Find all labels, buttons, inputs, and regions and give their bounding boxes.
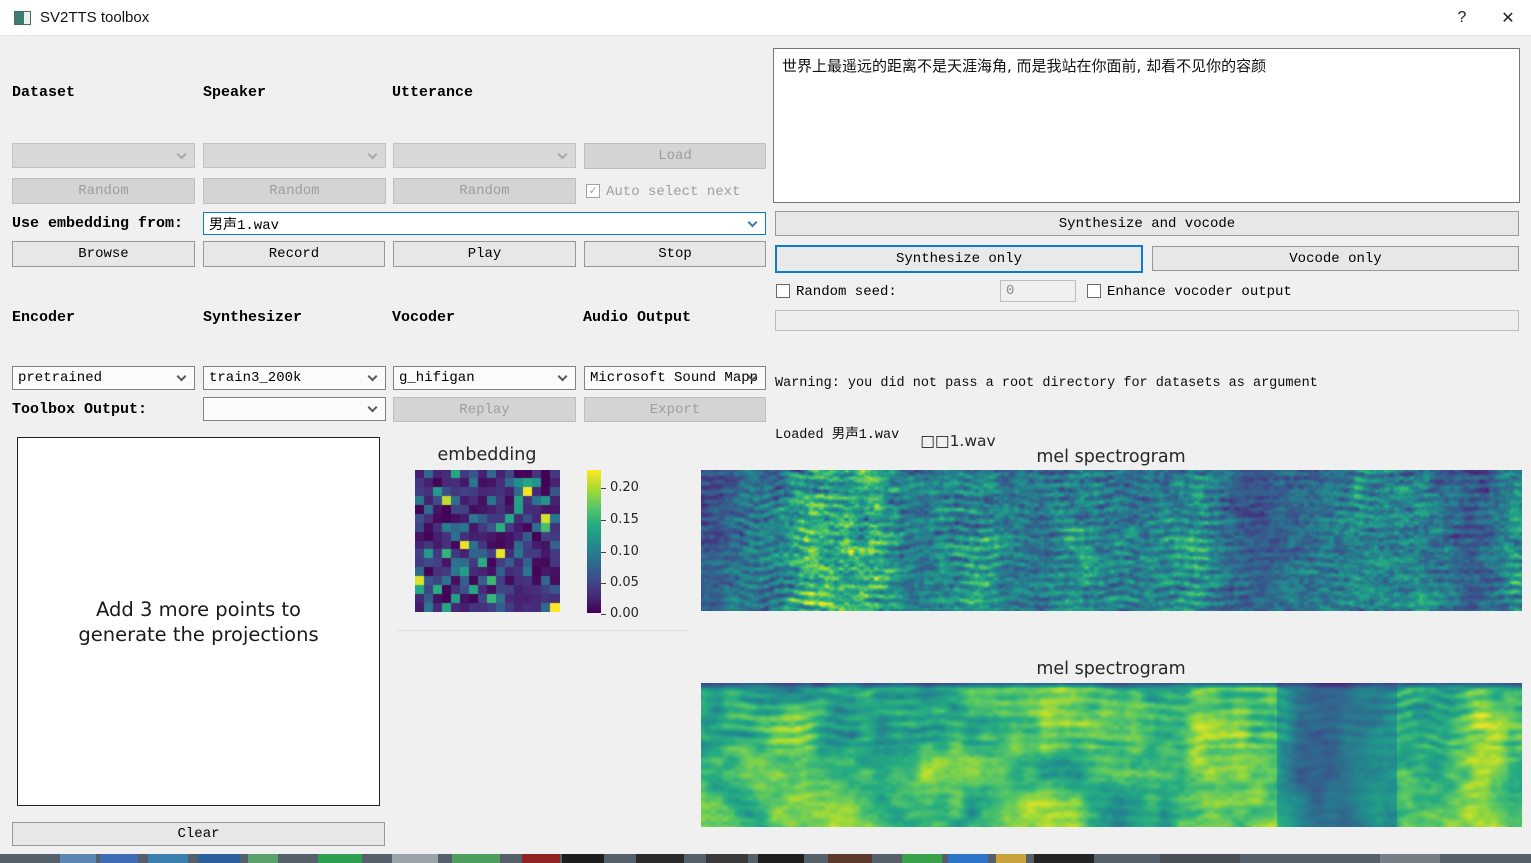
dataset-select[interactable] bbox=[12, 143, 195, 168]
chevron-down-icon bbox=[558, 372, 568, 382]
utterance-select[interactable] bbox=[393, 143, 576, 168]
title-bar: SV2TTS toolbox ? ✕ bbox=[0, 0, 1531, 36]
auto-select-next-label: Auto select next bbox=[606, 184, 740, 200]
chevron-down-icon bbox=[748, 217, 758, 227]
dataset-label: Dataset bbox=[12, 84, 75, 101]
mel-spectrogram-top-title: mel spectrogram bbox=[1011, 447, 1211, 467]
clear-button[interactable]: Clear bbox=[12, 822, 385, 846]
random-dataset-button[interactable]: Random bbox=[12, 178, 195, 204]
auto-select-next-checkbox[interactable]: ✓ bbox=[586, 184, 600, 198]
speaker-label: Speaker bbox=[203, 84, 266, 101]
synthesizer-value: train3_200k bbox=[209, 370, 301, 386]
chevron-down-icon bbox=[177, 372, 187, 382]
browse-button[interactable]: Browse bbox=[12, 241, 195, 267]
random-seed-checkbox[interactable] bbox=[776, 284, 790, 298]
embedding-source-select[interactable]: 男声1.wav bbox=[203, 212, 766, 235]
vocoder-select[interactable]: g_hifigan bbox=[393, 366, 576, 390]
random-utterance-button[interactable]: Random bbox=[393, 178, 576, 204]
chevron-down-icon bbox=[368, 149, 378, 159]
utterance-label: Utterance bbox=[392, 84, 473, 101]
progress-bar bbox=[775, 310, 1519, 331]
chevron-down-icon bbox=[368, 403, 378, 413]
synthesize-and-vocode-button[interactable]: Synthesize and vocode bbox=[775, 211, 1519, 236]
audio-output-select[interactable]: Microsoft Sound Mapp bbox=[584, 366, 766, 390]
vocode-only-button[interactable]: Vocode only bbox=[1152, 246, 1519, 271]
app-window: SV2TTS toolbox ? ✕ Dataset Speaker Utter… bbox=[0, 0, 1531, 863]
colorbar-tick: 0.10 bbox=[610, 544, 639, 559]
use-embedding-label: Use embedding from: bbox=[12, 215, 183, 232]
projections-plot: Add 3 more points to generate the projec… bbox=[17, 437, 380, 806]
taskbar-strip bbox=[0, 854, 1531, 863]
enhance-vocoder-label: Enhance vocoder output bbox=[1107, 284, 1292, 300]
audio-output-label: Audio Output bbox=[583, 309, 691, 326]
projections-message: Add 3 more points to generate the projec… bbox=[78, 597, 318, 647]
chevron-down-icon bbox=[368, 372, 378, 382]
stop-button[interactable]: Stop bbox=[584, 241, 766, 267]
synthesize-only-button[interactable]: Synthesize only bbox=[775, 245, 1143, 273]
colorbar-tick: 0.15 bbox=[610, 512, 639, 527]
mel-spectrogram-bottom bbox=[701, 683, 1522, 827]
log-line: Warning: you did not pass a root directo… bbox=[775, 375, 1525, 392]
vocoder-value: g_hifigan bbox=[399, 370, 475, 386]
mel-spectrogram-top bbox=[701, 470, 1522, 611]
random-seed-label: Random seed: bbox=[796, 284, 897, 300]
embedding-heatmap bbox=[415, 470, 560, 612]
help-button[interactable]: ? bbox=[1439, 0, 1485, 36]
text-to-synthesize-input[interactable]: 世界上最遥远的距离不是天涯海角, 而是我站在你面前, 却看不见你的容颜 bbox=[773, 48, 1520, 203]
encoder-value: pretrained bbox=[18, 370, 102, 386]
encoder-select[interactable]: pretrained bbox=[12, 366, 195, 390]
embedding-title: embedding bbox=[412, 445, 562, 465]
speaker-select[interactable] bbox=[203, 143, 386, 168]
chevron-down-icon bbox=[558, 149, 568, 159]
record-button[interactable]: Record bbox=[203, 241, 385, 267]
seed-input[interactable]: 0 bbox=[1000, 280, 1076, 302]
vocoder-label: Vocoder bbox=[392, 309, 455, 326]
close-button[interactable]: ✕ bbox=[1485, 0, 1531, 36]
audio-output-value: Microsoft Sound Mapp bbox=[590, 370, 758, 386]
embedding-colorbar bbox=[587, 470, 601, 613]
colorbar-tick: 0.00 bbox=[610, 606, 639, 621]
app-icon bbox=[14, 11, 31, 25]
replay-button[interactable]: Replay bbox=[393, 397, 576, 422]
colorbar-tick: 0.20 bbox=[610, 480, 639, 495]
load-button[interactable]: Load bbox=[584, 143, 766, 169]
export-button[interactable]: Export bbox=[584, 397, 766, 422]
enhance-vocoder-checkbox[interactable] bbox=[1087, 284, 1101, 298]
window-title: SV2TTS toolbox bbox=[40, 9, 149, 26]
mel-spectrogram-bottom-title: mel spectrogram bbox=[1011, 659, 1211, 679]
synthesizer-select[interactable]: train3_200k bbox=[203, 366, 386, 390]
embedding-source-value: 男声1.wav bbox=[209, 214, 279, 234]
toolbox-output-select[interactable] bbox=[203, 397, 386, 421]
encoder-label: Encoder bbox=[12, 309, 75, 326]
chevron-down-icon bbox=[177, 149, 187, 159]
colorbar-tick: 0.05 bbox=[610, 575, 639, 590]
play-button[interactable]: Play bbox=[393, 241, 576, 267]
toolbox-output-label: Toolbox Output: bbox=[12, 401, 147, 418]
random-speaker-button[interactable]: Random bbox=[203, 178, 386, 204]
figure-divider bbox=[397, 630, 688, 631]
synthesizer-label: Synthesizer bbox=[203, 309, 302, 326]
